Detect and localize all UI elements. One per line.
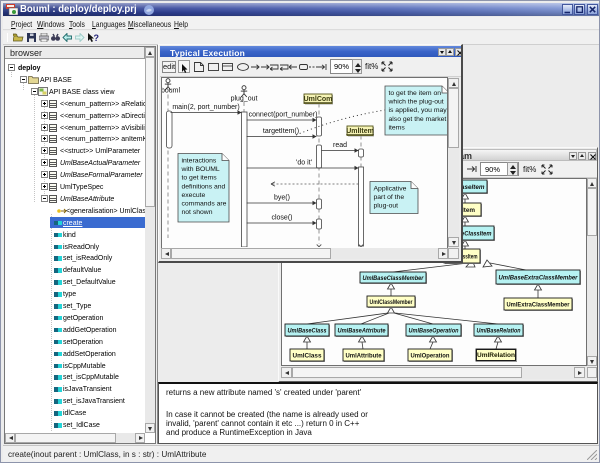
svg-text:plug-out: plug-out	[374, 203, 399, 210]
svg-text:commands are: commands are	[182, 201, 227, 208]
svg-text:UmlBaseExtraClassMember: UmlBaseExtraClassMember	[499, 275, 578, 282]
svg-text:to get items: to get items	[182, 175, 218, 182]
svg-text:part of the: part of the	[374, 194, 405, 201]
svg-text:targetItem(): targetItem()	[263, 128, 299, 135]
svg-text:'do it': 'do it'	[296, 160, 312, 167]
svg-text:Applicative: Applicative	[374, 186, 407, 193]
svg-text:UmlCom: UmlCom	[304, 96, 333, 103]
svg-text:read: read	[333, 142, 347, 149]
svg-text:to get the item on: to get the item on	[389, 90, 442, 97]
svg-text:UmlBaseRelation: UmlBaseRelation	[477, 328, 521, 335]
svg-text:definitions and: definitions and	[182, 183, 226, 190]
svg-text:which the plug-out: which the plug-out	[388, 99, 444, 106]
svg-text:items: items	[389, 124, 406, 131]
svg-text:is applied, you may: is applied, you may	[389, 107, 448, 114]
svg-text:bye(): bye()	[274, 195, 290, 202]
svg-text:also get the market: also get the market	[389, 116, 447, 123]
svg-text:plug_out: plug_out	[231, 96, 258, 103]
svg-text:UmlClass: UmlClass	[293, 353, 322, 360]
svg-text:UmlBaseOperation: UmlBaseOperation	[409, 328, 459, 335]
svg-text:interactions: interactions	[182, 158, 217, 165]
svg-text:UmlAttribute: UmlAttribute	[346, 353, 382, 360]
svg-text:connect(port_number): connect(port_number)	[249, 112, 318, 119]
svg-text:UmlItem: UmlItem	[346, 128, 374, 135]
svg-text:execute: execute	[182, 192, 206, 199]
svg-text:bouml: bouml	[162, 88, 181, 95]
svg-text:UmlClassMember: UmlClassMember	[370, 299, 413, 306]
svg-text:?: ?	[94, 33, 100, 43]
svg-text:UmlExtraClassMember: UmlExtraClassMember	[507, 302, 570, 309]
svg-text:main(2, port_number): main(2, port_number)	[172, 104, 239, 111]
svg-text:UmlBaseAttribute: UmlBaseAttribute	[338, 328, 386, 335]
svg-text:with BOUML: with BOUML	[181, 166, 220, 173]
svg-text:close(): close()	[271, 215, 292, 222]
svg-text:UmlBaseClassMember: UmlBaseClassMember	[363, 275, 424, 282]
svg-text:UmlOperation: UmlOperation	[411, 353, 450, 360]
svg-text:not shown: not shown	[182, 209, 213, 216]
svg-text:UmlBaseClass: UmlBaseClass	[288, 328, 327, 335]
